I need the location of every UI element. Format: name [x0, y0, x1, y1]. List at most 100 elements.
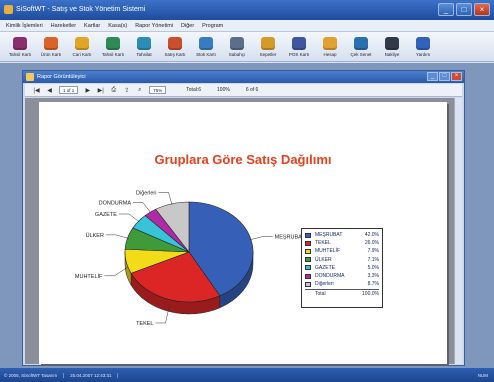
- toolbar-button-7[interactable]: Sabahçı: [223, 32, 251, 62]
- toolbar-button-label: Tahsil Kartı: [8, 52, 32, 57]
- legend-name: TEKEL: [315, 240, 331, 247]
- legend-value: 7.9%: [367, 248, 379, 255]
- legend-row: Diğerleri 8.7%: [305, 280, 379, 288]
- report-minimize-button[interactable]: _: [427, 72, 438, 81]
- invoice-icon: [137, 37, 151, 50]
- toolbar-button-11[interactable]: Çek Senet: [347, 32, 375, 62]
- toolbar-button-0[interactable]: Tahsil Kartı: [6, 32, 34, 62]
- card-icon: [13, 37, 27, 50]
- person-icon: [75, 37, 89, 50]
- menu-item-diger[interactable]: Diğer: [181, 23, 194, 29]
- legend-value: 42.0%: [364, 232, 379, 239]
- legend-row: ÜLKER 7.1%: [305, 256, 379, 264]
- pie-slice-label: DONDURMA: [99, 201, 132, 207]
- toolbar-button-label: Yardım: [415, 52, 431, 57]
- app-logo-icon: [4, 5, 13, 14]
- pie-label-leader: [158, 192, 173, 205]
- legend-swatch: [305, 281, 311, 287]
- report-window: Rapor Görüntüleyici _ □ × |◀ ◀ 1 of 1 ▶ …: [22, 70, 465, 366]
- menu-item-rapor[interactable]: Rapor Yönetimi: [135, 23, 173, 29]
- legend-value: 7.1%: [367, 256, 379, 263]
- toolbar-button-label: Çek Senet: [350, 52, 372, 57]
- menu-item-kimlik[interactable]: Kimlik İşlemleri: [6, 23, 43, 29]
- legend-total-value: 100.0%: [362, 290, 379, 297]
- zoom-select[interactable]: 75%: [149, 86, 167, 94]
- toolbar-button-label: Cari Kartı: [72, 52, 92, 57]
- page-indicator[interactable]: 1 of 1: [59, 86, 79, 94]
- folder-icon: [323, 37, 337, 50]
- pie-slice-label: Diğerleri: [136, 190, 156, 196]
- toolbar-button-1[interactable]: Ürün Kartı: [37, 32, 65, 62]
- toolbar-button-3[interactable]: Tahsil Kartı: [99, 32, 127, 62]
- out-label: 6 of 6: [245, 87, 259, 93]
- vertical-scrollbar[interactable]: [454, 98, 462, 364]
- legend-value: 3.3%: [367, 273, 379, 280]
- toolbar-button-13[interactable]: Yardım: [409, 32, 437, 62]
- status-num: NUM: [477, 372, 488, 378]
- menu-bar: Kimlik İşlemleri Hareketler Kartlar Kasa…: [0, 20, 494, 32]
- search-icon[interactable]: ⌕: [136, 87, 143, 94]
- legend-value: 8.7%: [367, 281, 379, 288]
- maximize-button[interactable]: □: [456, 3, 472, 16]
- export-icon[interactable]: ⇪: [123, 87, 130, 94]
- prev-page-icon[interactable]: ◀: [46, 87, 53, 94]
- toolbar-button-label: Satış Kartı: [164, 52, 186, 57]
- report-close-button[interactable]: ×: [451, 72, 462, 81]
- last-page-icon[interactable]: ▶|: [97, 87, 104, 94]
- legend-value: 26.0%: [364, 240, 379, 247]
- pie-slice-label: ÜLKER: [86, 232, 104, 239]
- cart-icon: [168, 37, 182, 50]
- car-icon: [106, 37, 120, 50]
- toolbar-button-4[interactable]: Tahsilat: [130, 32, 158, 62]
- truck-dark-icon: [385, 37, 399, 50]
- report-window-controls: _ □ ×: [427, 72, 462, 81]
- status-bar: © 2005, SiSoftWT Tasarım 25.04.2007 12:4…: [0, 368, 494, 382]
- next-page-icon[interactable]: ▶: [84, 87, 91, 94]
- app-window: SiSoftWT - Satış ve Stok Yönetim Sistemi…: [0, 0, 494, 382]
- toolbar-button-12[interactable]: Nakliye: [378, 32, 406, 62]
- status-copyright: © 2005, SiSoftWT Tasarım: [4, 372, 65, 378]
- cheque-icon: [354, 37, 368, 50]
- report-icon: [26, 73, 34, 81]
- legend-name: MUHTELİF: [315, 248, 340, 255]
- legend-row: MUHTELİF 7.9%: [305, 247, 379, 255]
- legend-row: TEKEL 26.0%: [305, 239, 379, 247]
- first-page-icon[interactable]: |◀: [33, 87, 40, 94]
- toolbar-button-label: Tahsil Kartı: [101, 52, 125, 57]
- legend-name: DONDURMA: [315, 273, 345, 280]
- toolbar-button-8[interactable]: Sepetler: [254, 32, 282, 62]
- percent-label: 100%: [217, 87, 230, 93]
- minimize-button[interactable]: _: [438, 3, 454, 16]
- toolbar-button-label: Nakliye: [384, 52, 400, 57]
- legend-value: 5.0%: [367, 264, 379, 271]
- menu-item-kartlar[interactable]: Kartlar: [84, 23, 100, 29]
- close-button[interactable]: ×: [474, 3, 490, 16]
- report-toolbar: |◀ ◀ 1 of 1 ▶ ▶| ⎙ ⇪ ⌕ 75% Total:6 100% …: [25, 84, 462, 97]
- status-datetime: 25.04.2007 12:43:31: [70, 372, 119, 378]
- toolbar-button-6[interactable]: Stok Kartı: [192, 32, 220, 62]
- report-window-title: Rapor Görüntüleyici: [37, 74, 86, 80]
- toolbar-button-5[interactable]: Satış Kartı: [161, 32, 189, 62]
- toolbar-button-9[interactable]: POS Kartı: [285, 32, 313, 62]
- app-titlebar: SiSoftWT - Satış ve Stok Yönetim Sistemi…: [0, 0, 494, 20]
- toolbar-button-label: Hesap: [323, 52, 337, 57]
- menu-item-kasa[interactable]: Kasa(s): [108, 23, 127, 29]
- menu-item-program[interactable]: Program: [202, 23, 223, 29]
- legend-name: Diğerleri: [315, 281, 334, 288]
- pos-icon: [292, 37, 306, 50]
- toolbar-button-10[interactable]: Hesap: [316, 32, 344, 62]
- report-page: Gruplara Göre Satış Dağılımı MEŞRUBAT TEK…: [39, 102, 447, 364]
- toolbar-button-label: POS Kartı: [288, 52, 310, 57]
- report-maximize-button[interactable]: □: [439, 72, 450, 81]
- pie-chart: MEŞRUBATTEKELMUHTELİFÜLKERGAZETEDONDURMA…: [75, 190, 306, 327]
- main-toolbar: Tahsil Kartı Ürün Kartı Cari Kartı Tahsil K…: [0, 32, 494, 62]
- toolbar-button-2[interactable]: Cari Kartı: [68, 32, 96, 62]
- print-icon[interactable]: ⎙: [110, 87, 117, 94]
- pie-slice-label: MUHTELİF: [75, 273, 103, 280]
- menu-item-hareketler[interactable]: Hareketler: [51, 23, 76, 29]
- toolbar-button-label: Sabahçı: [228, 52, 246, 57]
- legend-swatch: [305, 232, 311, 238]
- chart-legend: MEŞRUBAT 42.0% TEKEL 26.0% MUHTELİF 7.9% ÜLKER…: [301, 228, 383, 308]
- legend-swatch: [305, 265, 311, 271]
- legend-swatch: [305, 273, 311, 279]
